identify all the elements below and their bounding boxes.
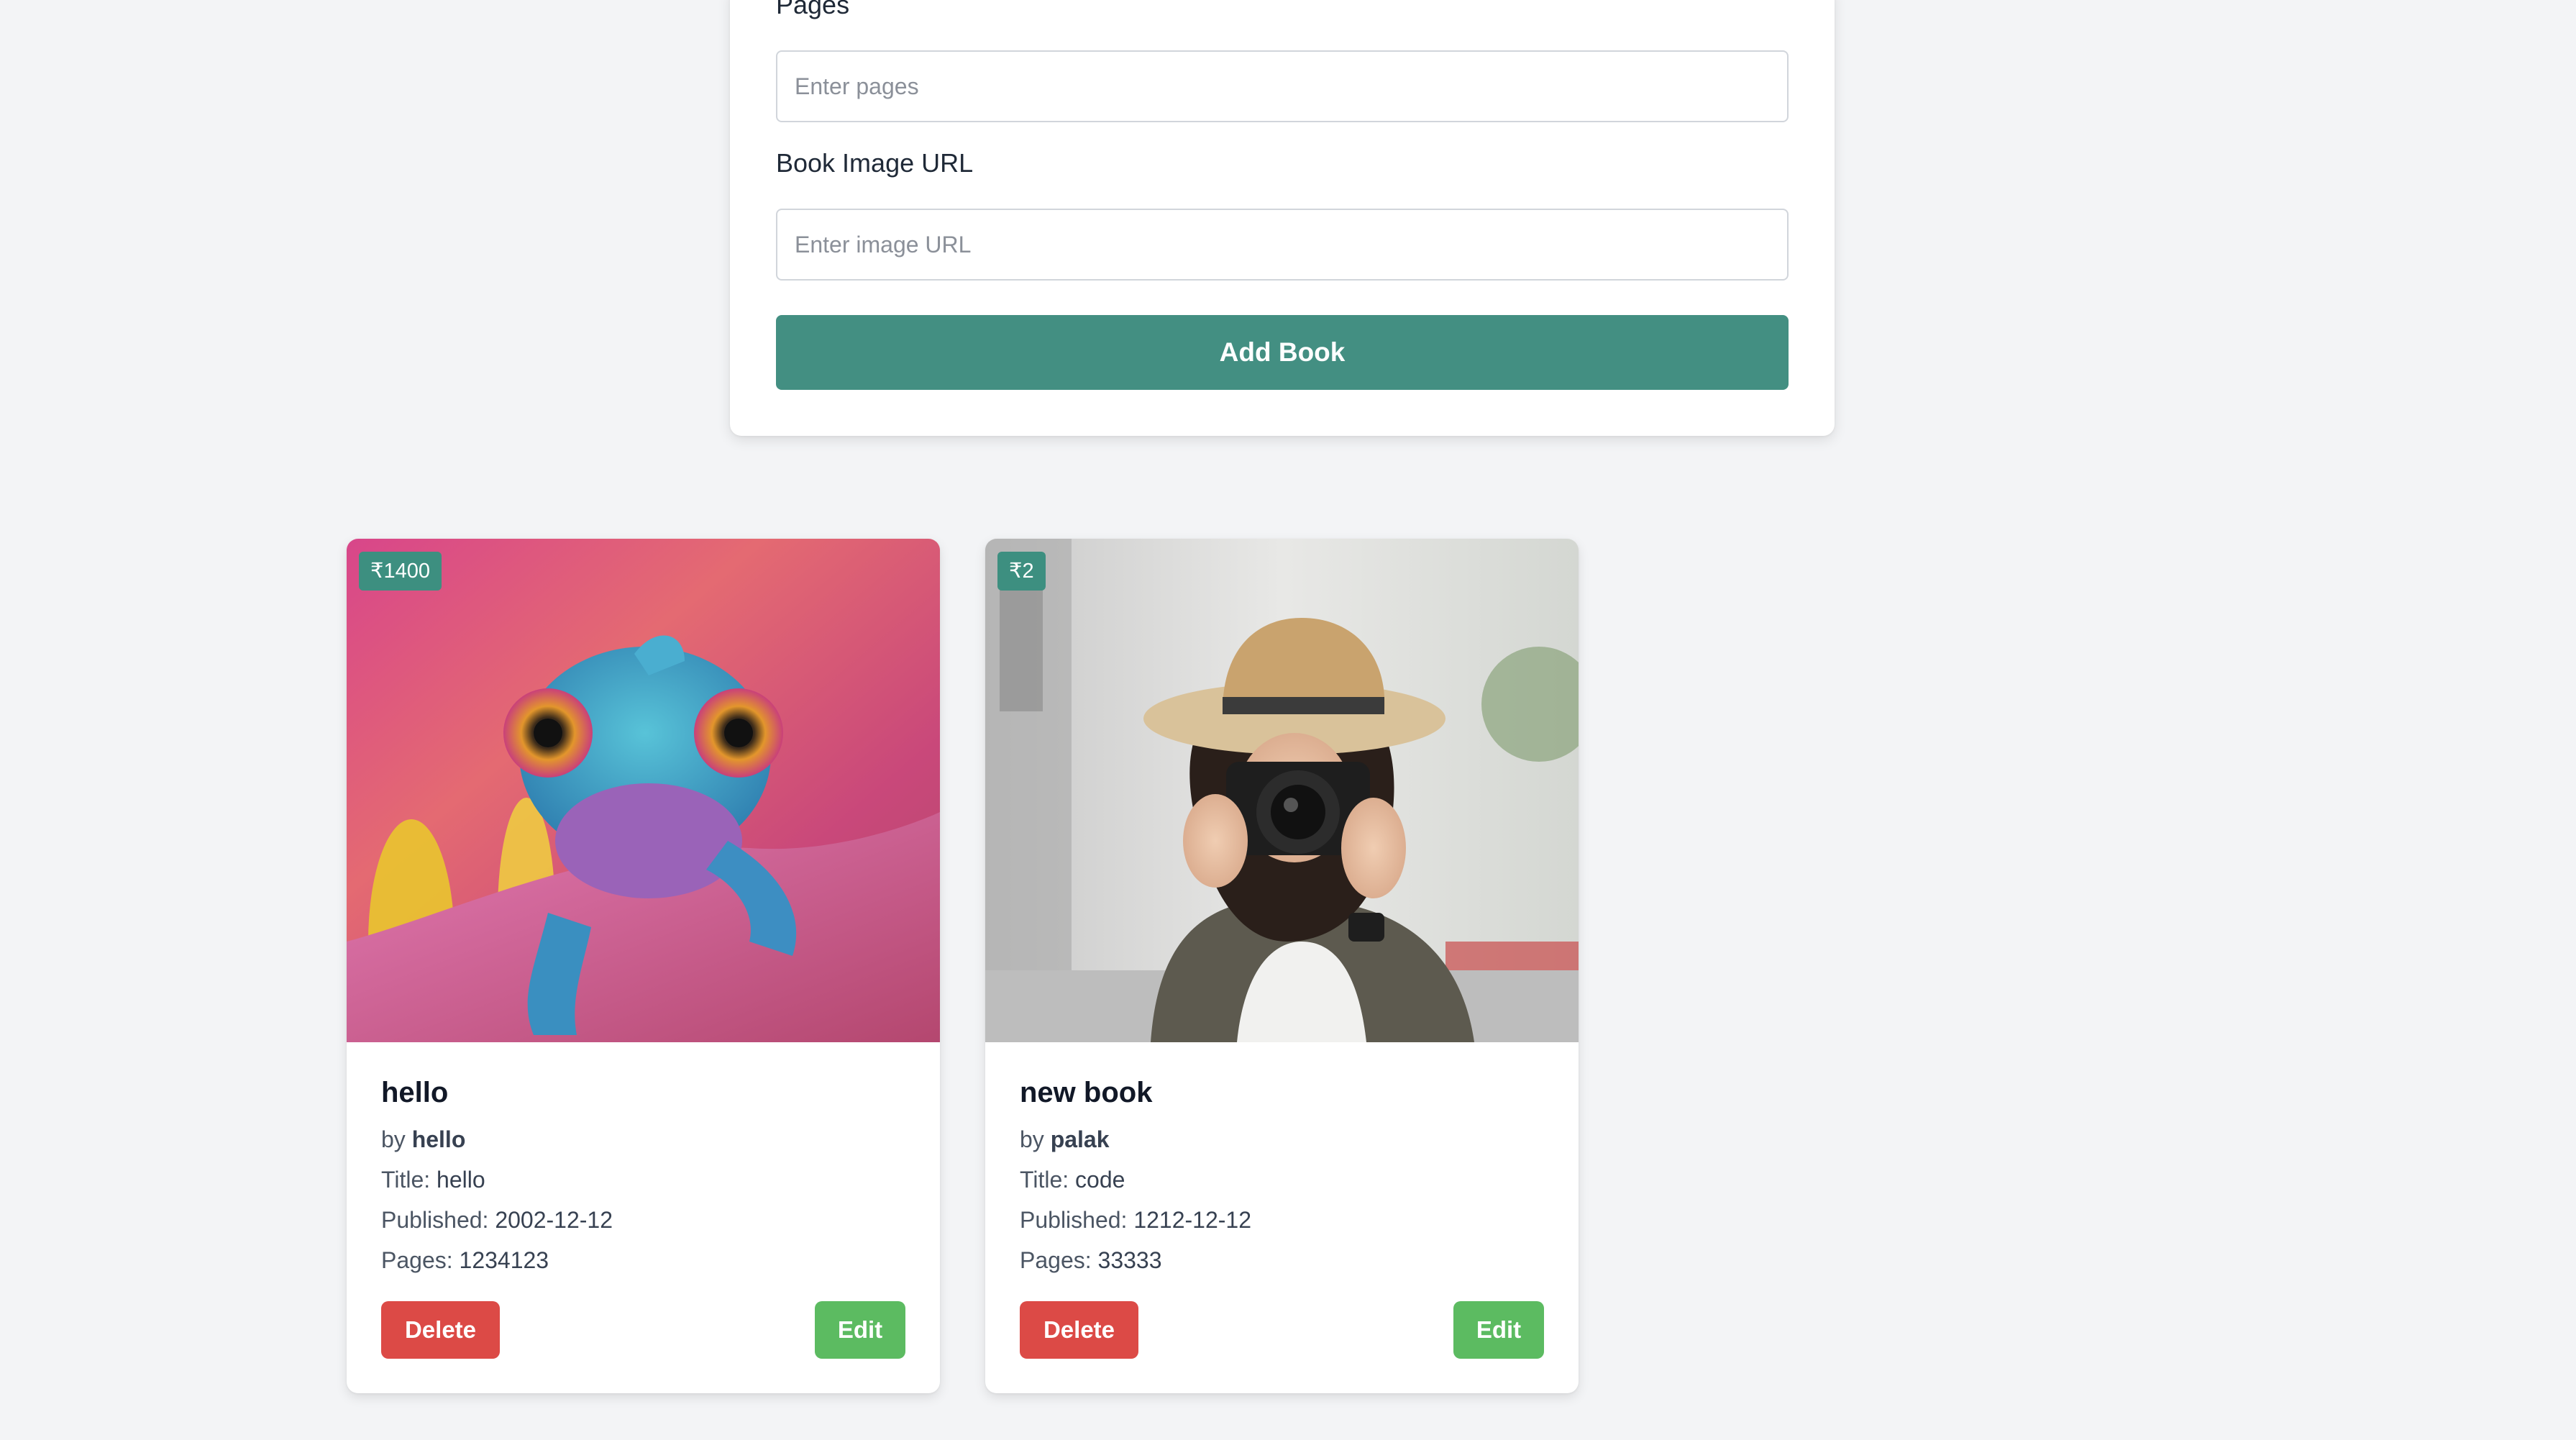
book-title-line: Title: hello: [381, 1167, 485, 1193]
book-card: ₹2 new book by palak Title: code Publish…: [985, 539, 1579, 1393]
book-card: ₹1400 hello by hello Title: hello Publis…: [347, 539, 940, 1393]
image-url-input[interactable]: [776, 209, 1789, 281]
book-name: hello: [381, 1077, 449, 1108]
book-author: palak: [1050, 1126, 1110, 1152]
book-published-line: Published: 1212-12-12: [1020, 1207, 1252, 1233]
add-book-button[interactable]: Add Book: [776, 315, 1789, 390]
delete-button[interactable]: Delete: [1020, 1301, 1138, 1359]
book-author-line: by hello: [381, 1126, 466, 1152]
edit-button[interactable]: Edit: [1453, 1301, 1544, 1359]
book-cover-image: [347, 539, 940, 1042]
photographer-photo-icon: [985, 539, 1579, 1042]
book-published-line: Published: 2002-12-12: [381, 1207, 613, 1233]
book-author-line: by palak: [1020, 1126, 1110, 1152]
book-name: new book: [1020, 1077, 1153, 1108]
book-pages-line: Pages: 1234123: [381, 1247, 549, 1273]
book-pages-line: Pages: 33333: [1020, 1247, 1162, 1273]
add-book-form: Pages Book Image URL Add Book: [730, 0, 1835, 436]
edit-button[interactable]: Edit: [815, 1301, 905, 1359]
price-badge: ₹1400: [359, 552, 442, 591]
pages-label: Pages: [776, 0, 850, 19]
book-author: hello: [411, 1126, 466, 1152]
price-badge: ₹2: [997, 552, 1046, 591]
image-url-label: Book Image URL: [776, 148, 974, 178]
delete-button[interactable]: Delete: [381, 1301, 500, 1359]
book-cover-image: [985, 539, 1579, 1042]
pages-input[interactable]: [776, 50, 1789, 122]
chameleon-photo-icon: [347, 539, 940, 1042]
book-title-line: Title: code: [1020, 1167, 1125, 1193]
